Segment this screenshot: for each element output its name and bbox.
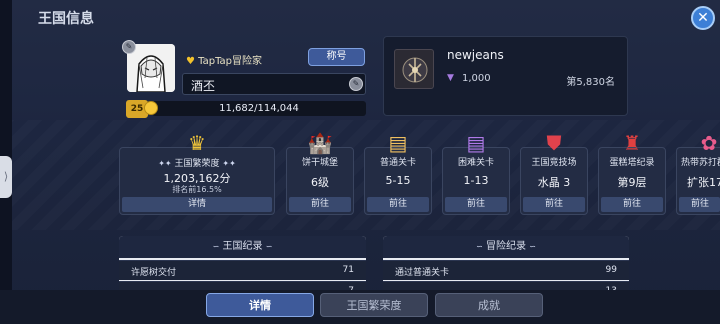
tropical-icon: ✿ — [700, 131, 718, 155]
prosperity-card: ✦✦ 王国繁荣度 ✦✦ 1,203,162分 排名前16.5% 详情 — [119, 147, 275, 215]
close-button[interactable]: ✕ — [691, 6, 715, 30]
xp-text: 11,682/114,044 — [219, 103, 299, 114]
sparkle-icon: ✦✦ — [222, 159, 236, 168]
go-arena-button[interactable]: 前往 — [523, 197, 585, 212]
crown-icon: ♛ — [188, 131, 206, 155]
list-item: 通过普通关卡 99 — [383, 260, 629, 280]
hard-stage-card: 困难关卡 1-13 前往 — [442, 147, 510, 215]
bat-icon: ▼ — [447, 73, 454, 83]
xp-bar: 11,682/114,044 — [152, 101, 366, 116]
guild-name: newjeans — [447, 48, 504, 62]
go-castle-button[interactable]: 前往 — [289, 197, 351, 212]
guild-rank: 第5,830名 — [566, 77, 615, 88]
player-name: 酒丕 — [191, 79, 216, 93]
prosperity-rank: 排名前16.5% — [172, 185, 222, 194]
arena-shield-icon: ⛊ — [546, 131, 562, 155]
name-field: 酒丕 — [182, 73, 366, 95]
details-button[interactable]: 详情 — [122, 197, 272, 212]
adventure-record-title: ∽ 冒险纪录 ∽ — [383, 236, 629, 258]
side-drawer-handle[interactable]: ⟩ — [0, 156, 12, 198]
ornament-icon: ∽ — [265, 242, 273, 251]
normal-stage-card: 普通关卡 5-15 前往 — [364, 147, 432, 215]
go-soda-button[interactable]: 前往 — [679, 197, 720, 212]
go-tower-button[interactable]: 前往 — [601, 197, 663, 212]
prosperity-title: ✦✦ 王国繁荣度 ✦✦ — [158, 159, 236, 169]
cookie-castle-card: 饼干城堡 6级 前往 — [286, 147, 354, 215]
cake-tower-card: 蛋糕塔纪录 第9层 前往 — [598, 147, 666, 215]
platform-label: ♥ TapTap冒险家 — [186, 56, 263, 67]
edit-name-icon[interactable]: ✎ — [349, 77, 363, 91]
list-item: 许愿树交付 71 — [119, 260, 366, 280]
tab-details[interactable]: 详情 — [206, 293, 314, 317]
map-scroll-icon: ▤ — [388, 131, 408, 155]
edit-avatar-icon[interactable]: ✎ — [122, 40, 136, 54]
go-hard-button[interactable]: 前往 — [445, 197, 507, 212]
heart-icon: ♥ — [186, 56, 195, 67]
bottom-tab-bar: 详情 王国繁荣度 成就 — [0, 290, 720, 324]
guild-members: 1,000 — [462, 73, 491, 84]
guild-emblem-icon — [394, 49, 434, 89]
ornament-icon: ∽ — [476, 242, 483, 251]
tower-icon: ♜ — [623, 131, 641, 155]
sparkle-icon: ✦✦ — [158, 159, 172, 168]
guild-card[interactable]: newjeans ▼ 1,000 第5,830名 — [383, 36, 628, 116]
castle-icon: 🏰 — [307, 131, 333, 155]
kingdom-record-title: ∽ 王国纪录 ∽ — [119, 236, 366, 258]
coin-icon — [144, 101, 158, 115]
title-button[interactable]: 称号 — [308, 48, 365, 66]
close-icon: ✕ — [697, 10, 709, 26]
purple-scroll-icon: ▤ — [466, 131, 486, 155]
tab-prosperity[interactable]: 王国繁荣度 — [320, 293, 428, 317]
arena-card: 王国竞技场 水晶 3 前往 — [520, 147, 588, 215]
go-normal-button[interactable]: 前往 — [367, 197, 429, 212]
tab-achievements[interactable]: 成就 — [435, 293, 543, 317]
tropical-soda-card: 热带苏打群 扩张17 前往 — [676, 147, 720, 215]
page-title: 王国信息 — [38, 11, 94, 27]
ornament-icon: ∽ — [529, 242, 536, 251]
ornament-icon: ∽ — [212, 242, 220, 251]
